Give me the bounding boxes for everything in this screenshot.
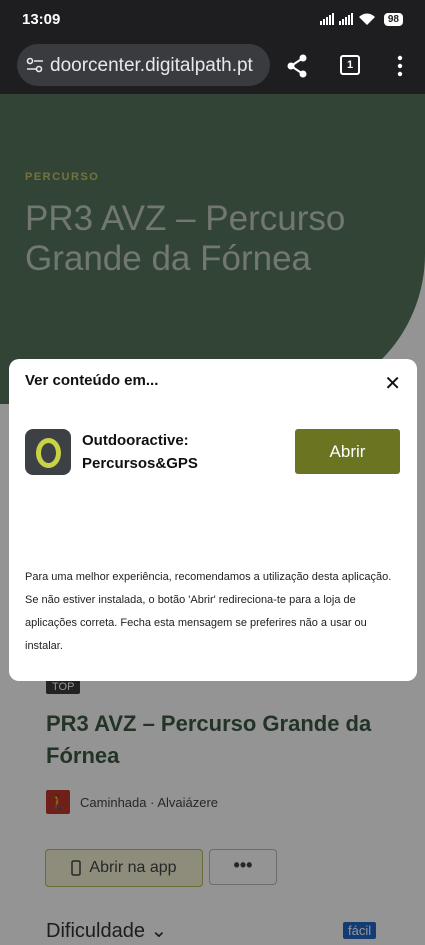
battery-icon: 98 (383, 12, 403, 26)
browser-toolbar: doorcenter.digitalpath.pt 1 (0, 40, 425, 94)
tune-icon[interactable] (26, 56, 44, 74)
address-bar[interactable]: doorcenter.digitalpath.pt (17, 44, 270, 86)
more-vert-icon[interactable] (395, 54, 405, 78)
open-app-dialog: Ver conteúdo em... ✕ Outdooractive: Perc… (9, 359, 417, 681)
url-text[interactable]: doorcenter.digitalpath.pt (50, 55, 253, 77)
status-icons: 98 (319, 12, 403, 26)
tab-switcher-button[interactable]: 1 (340, 55, 360, 75)
signal-icon (319, 13, 334, 25)
open-app-button[interactable]: Abrir (295, 429, 400, 474)
share-icon[interactable] (286, 54, 308, 78)
outdooractive-app-icon (25, 429, 71, 475)
dialog-description: Para uma melhor experiência, recomendamo… (25, 571, 392, 652)
wifi-icon (358, 13, 375, 25)
app-name: Outdooractive: Percursos&GPS (82, 432, 198, 472)
signal-2-icon (338, 13, 353, 25)
app-logo-ring (36, 438, 61, 468)
close-icon[interactable]: ✕ (384, 371, 401, 396)
status-bar: 13:09 98 (0, 0, 425, 40)
status-time: 13:09 (22, 11, 61, 28)
dialog-title: Ver conteúdo em... (25, 372, 159, 389)
